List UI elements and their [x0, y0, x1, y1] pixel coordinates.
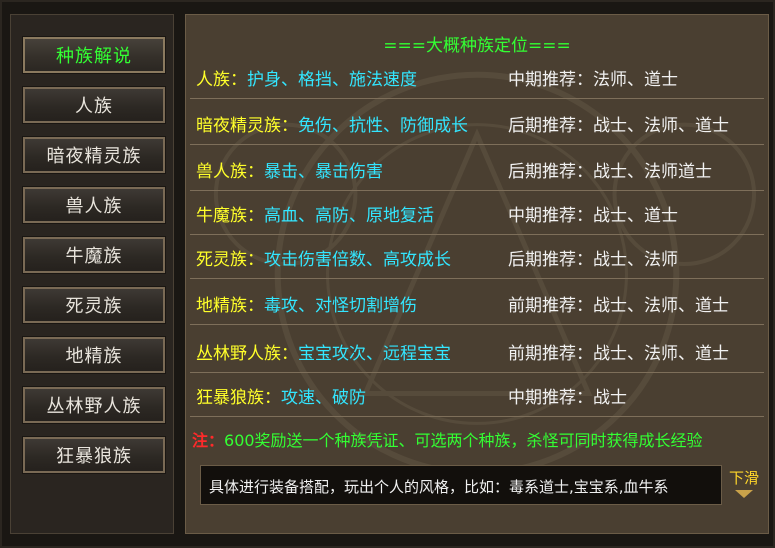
reward-note: 注：600奖励送一个种族凭证、可选两个种族，杀怪可同时获得成长经验 — [192, 427, 703, 451]
sidebar: 种族解说 人族 暗夜精灵族 兽人族 牛魔族 死灵族 地精族 丛林野人族 狂暴狼族 — [10, 14, 174, 534]
race-name: 暗夜精灵族： — [196, 116, 298, 136]
sidebar-item-night-elf[interactable]: 暗夜精灵族 — [22, 136, 166, 174]
race-row: 暗夜精灵族：免伤、抗性、防御成长 后期推荐：战士、法师、道士 — [190, 101, 764, 145]
race-traits: 攻击伤害倍数、高攻成长 — [264, 250, 451, 270]
race-row: 兽人族：暴击、暴击伤害 后期推荐：战士、法师道士 — [190, 147, 764, 191]
section-heading: ===大概种族定位=== — [383, 36, 571, 56]
sidebar-item-undead[interactable]: 死灵族 — [22, 286, 166, 324]
race-name: 牛魔族： — [196, 206, 264, 226]
race-recommendation: 后期推荐：战士、法师道士 — [508, 162, 712, 182]
sidebar-item-bull-demon[interactable]: 牛魔族 — [22, 236, 166, 274]
sidebar-item-orc[interactable]: 兽人族 — [22, 186, 166, 224]
race-recommendation: 中期推荐：战士 — [508, 388, 627, 408]
sidebar-item-jungle-savage[interactable]: 丛林野人族 — [22, 386, 166, 424]
content-panel: ===大概种族定位=== 人族：护身、格挡、施法速度 中期推荐：法师、道士 暗夜… — [185, 14, 769, 534]
race-name: 地精族： — [196, 296, 264, 316]
race-traits: 暴击、暴击伤害 — [264, 162, 383, 182]
race-recommendation: 前期推荐：战士、法师、道士 — [508, 296, 729, 316]
sidebar-item-human[interactable]: 人族 — [22, 86, 166, 124]
race-traits: 高血、高防、原地复活 — [264, 206, 434, 226]
race-guide-window: 种族解说 人族 暗夜精灵族 兽人族 牛魔族 死灵族 地精族 丛林野人族 狂暴狼族… — [0, 0, 775, 548]
race-recommendation: 中期推荐：战士、道士 — [508, 206, 678, 226]
race-row: 人族：护身、格挡、施法速度 中期推荐：法师、道士 — [190, 55, 764, 99]
scroll-down-label: 下滑 — [728, 469, 759, 487]
race-name: 兽人族： — [196, 162, 264, 182]
race-recommendation: 后期推荐：战士、法师 — [508, 250, 678, 270]
race-recommendation: 中期推荐：法师、道士 — [508, 70, 678, 90]
race-row: 地精族：毒攻、对怪切割增伤 前期推荐：战士、法师、道士 — [190, 281, 764, 325]
scroll-down-button[interactable]: 下滑 — [724, 467, 764, 509]
sidebar-item-goblin[interactable]: 地精族 — [22, 336, 166, 374]
sidebar-item-berserk-wolf[interactable]: 狂暴狼族 — [22, 436, 166, 474]
race-row: 牛魔族：高血、高防、原地复活 中期推荐：战士、道士 — [190, 191, 764, 235]
race-name: 死灵族： — [196, 250, 264, 270]
tips-scroll-box[interactable]: 具体进行装备搭配，玩出个人的风格，比如：毒系道士,宝宝系,血牛系 — [200, 465, 722, 505]
race-recommendation: 后期推荐：战士、法师、道士 — [508, 116, 729, 136]
race-traits: 免伤、抗性、防御成长 — [298, 116, 468, 136]
race-row: 丛林野人族：宝宝攻次、远程宝宝 前期推荐：战士、法师、道士 — [190, 329, 764, 373]
race-name: 狂暴狼族： — [196, 388, 281, 408]
race-row: 死灵族：攻击伤害倍数、高攻成长 后期推荐：战士、法师 — [190, 235, 764, 279]
chevron-down-icon — [735, 490, 753, 498]
race-traits: 毒攻、对怪切割增伤 — [264, 296, 417, 316]
sidebar-item-race-overview[interactable]: 种族解说 — [22, 36, 166, 74]
race-traits: 宝宝攻次、远程宝宝 — [298, 344, 451, 364]
race-recommendation: 前期推荐：战士、法师、道士 — [508, 344, 729, 364]
race-traits: 攻速、破防 — [281, 388, 366, 408]
race-name: 丛林野人族： — [196, 344, 298, 364]
note-body: 600奖励送一个种族凭证、可选两个种族，杀怪可同时获得成长经验 — [224, 431, 703, 450]
race-name: 人族： — [196, 70, 247, 90]
note-prefix: 注： — [192, 431, 225, 450]
race-traits: 护身、格挡、施法速度 — [247, 70, 417, 90]
race-row: 狂暴狼族：攻速、破防 中期推荐：战士 — [190, 373, 764, 417]
